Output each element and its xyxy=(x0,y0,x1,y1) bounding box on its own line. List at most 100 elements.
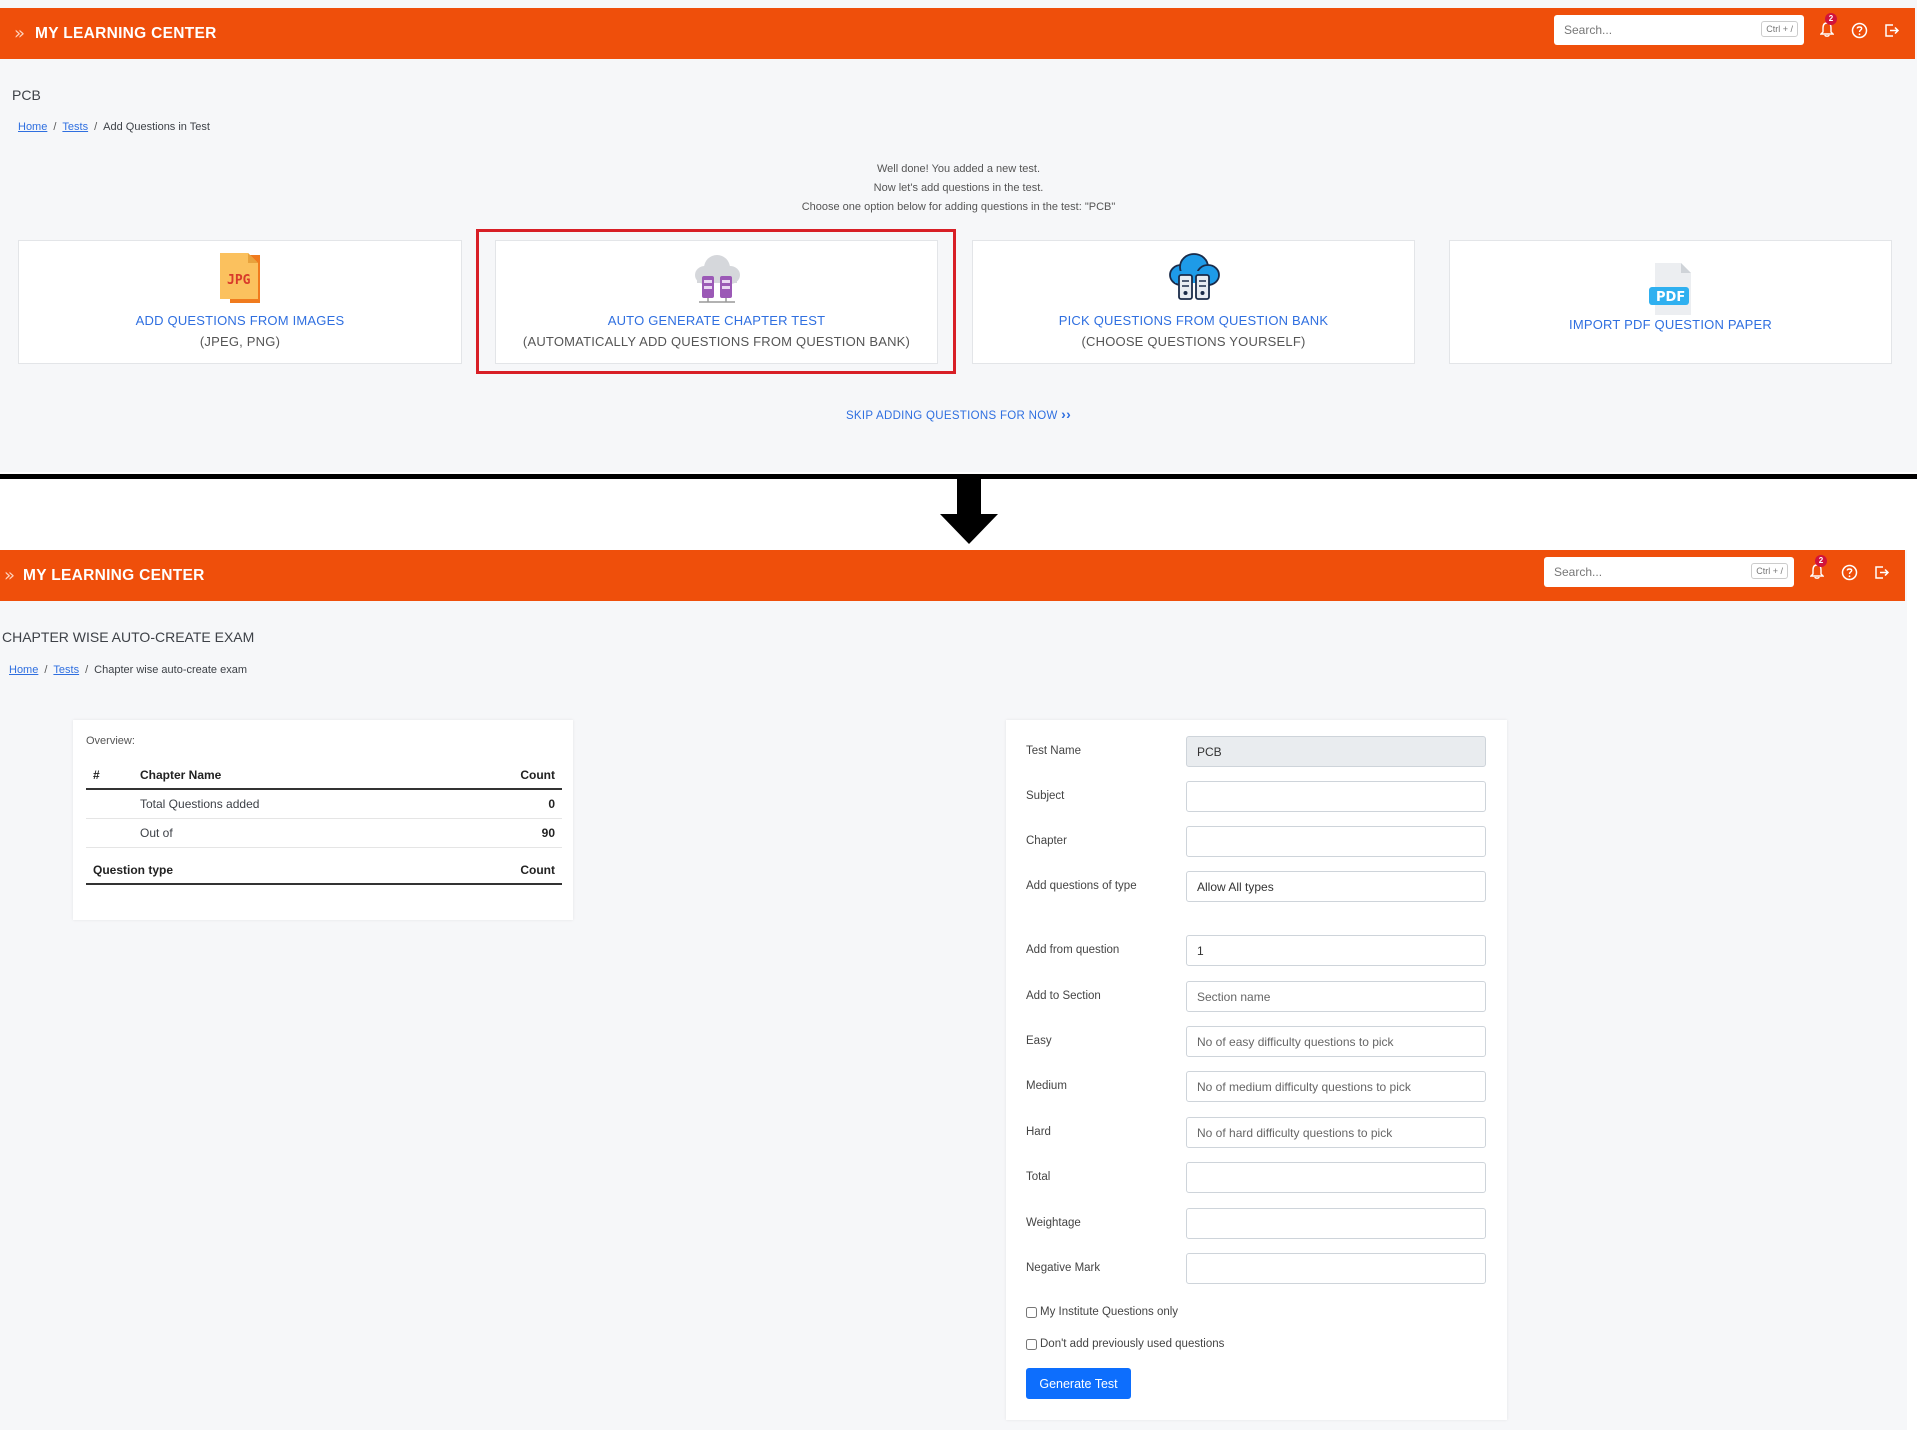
from-question-input[interactable] xyxy=(1186,935,1486,966)
label-test-name: Test Name xyxy=(1026,745,1081,757)
help-icon[interactable] xyxy=(1840,563,1858,581)
col-count: Count xyxy=(520,862,555,877)
breadcrumb-home[interactable]: Home xyxy=(9,664,38,676)
institute-only-checkbox-row[interactable]: My Institute Questions only xyxy=(1026,1306,1178,1318)
notification-badge: 2 xyxy=(1825,13,1837,25)
card-import-pdf[interactable]: PDF IMPORT PDF QUESTION PAPER xyxy=(1449,240,1892,364)
help-icon[interactable] xyxy=(1850,21,1868,39)
test-name-input[interactable] xyxy=(1186,736,1486,767)
table-header: # Chapter Name Count xyxy=(86,762,562,790)
question-type-header: Question type Count xyxy=(86,856,562,885)
card-title: ADD QUESTIONS FROM IMAGES xyxy=(135,313,345,328)
label-subject: Subject xyxy=(1026,790,1065,802)
total-input[interactable] xyxy=(1186,1162,1486,1193)
table-row: Out of 90 xyxy=(86,819,562,848)
bell-icon[interactable]: 2 xyxy=(1808,555,1827,581)
card-pick-from-bank[interactable]: PICK QUESTIONS FROM QUESTION BANK (CHOOS… xyxy=(972,240,1415,364)
col-index: # xyxy=(93,768,100,782)
row-count: 0 xyxy=(548,797,555,811)
double-chevron-right-icon: ›› xyxy=(1061,406,1072,422)
screen-auto-create-exam: » MY LEARNING CENTER Ctrl + / 2 CHAPTER … xyxy=(0,550,1907,1430)
breadcrumb-separator: / xyxy=(85,664,89,676)
auto-create-form: Test Name Subject Chapter Add questions … xyxy=(1006,720,1507,1420)
breadcrumb: Home / Tests / Chapter wise auto-create … xyxy=(9,664,247,676)
search-box[interactable]: Ctrl + / xyxy=(1554,15,1804,45)
easy-input[interactable] xyxy=(1186,1026,1486,1057)
sidebar-toggle-icon[interactable]: » xyxy=(14,23,25,44)
breadcrumb-current: Add Questions in Test xyxy=(103,121,210,133)
search-input[interactable] xyxy=(1564,23,1744,37)
label-question-type: Add questions of type xyxy=(1026,880,1137,892)
skip-label: SKIP ADDING QUESTIONS FOR NOW xyxy=(845,410,1058,422)
row-label: Out of xyxy=(140,826,173,840)
breadcrumb-separator: / xyxy=(94,121,98,133)
skip-link[interactable]: SKIP ADDING QUESTIONS FOR NOW ›› xyxy=(0,406,1917,422)
intro-line: Now let's add questions in the test. xyxy=(873,182,1044,194)
card-title: IMPORT PDF QUESTION PAPER xyxy=(1569,317,1772,332)
search-shortcut: Ctrl + / xyxy=(1761,21,1798,37)
screen-add-questions: » MY LEARNING CENTER Ctrl + / 2 PCB Home… xyxy=(0,0,1917,472)
breadcrumb-home[interactable]: Home xyxy=(18,121,47,133)
overview-card: Overview: # Chapter Name Count Total Que… xyxy=(73,720,573,920)
logout-icon[interactable] xyxy=(1882,21,1900,39)
table-row: Total Questions added 0 xyxy=(86,790,562,819)
question-type-select[interactable] xyxy=(1186,871,1486,902)
unused-only-checkbox-row[interactable]: Don't add previously used questions xyxy=(1026,1338,1224,1350)
search-box[interactable]: Ctrl + / xyxy=(1544,557,1794,587)
row-count: 90 xyxy=(541,826,555,840)
col-count: Count xyxy=(520,768,555,782)
label-negative-mark: Negative Mark xyxy=(1026,1262,1101,1274)
breadcrumb-current: Chapter wise auto-create exam xyxy=(94,664,248,676)
top-navbar: » MY LEARNING CENTER Ctrl + / 2 xyxy=(0,550,1905,601)
institute-only-checkbox[interactable] xyxy=(1026,1306,1037,1318)
col-chapter: Chapter Name xyxy=(140,768,222,782)
breadcrumb-separator: / xyxy=(53,121,57,133)
card-title: PICK QUESTIONS FROM QUESTION BANK xyxy=(1058,313,1329,328)
cloud-database-icon xyxy=(1166,251,1222,307)
row-label: Total Questions added xyxy=(140,797,260,811)
hard-input[interactable] xyxy=(1186,1117,1486,1148)
card-subtitle: (CHOOSE QUESTIONS YOURSELF) xyxy=(1081,334,1306,349)
search-input[interactable] xyxy=(1554,565,1734,579)
arrow-down-icon xyxy=(940,476,998,544)
breadcrumb-tests[interactable]: Tests xyxy=(62,121,88,133)
label-easy: Easy xyxy=(1026,1035,1052,1047)
breadcrumb: Home / Tests / Add Questions in Test xyxy=(18,121,210,133)
breadcrumb-tests[interactable]: Tests xyxy=(53,664,79,676)
logout-icon[interactable] xyxy=(1872,563,1890,581)
page-title: CHAPTER WISE AUTO-CREATE EXAM xyxy=(2,629,255,645)
overview-label: Overview: xyxy=(86,735,135,747)
unused-only-checkbox[interactable] xyxy=(1026,1338,1037,1350)
breadcrumb-separator: / xyxy=(44,664,48,676)
jpg-icon-text: JPG xyxy=(227,273,251,288)
intro-line: Well done! You added a new test. xyxy=(876,163,1041,175)
label-chapter: Chapter xyxy=(1026,835,1067,847)
card-subtitle: (JPEG, PNG) xyxy=(199,334,281,349)
label-medium: Medium xyxy=(1026,1080,1067,1092)
intro-line: Choose one option below for adding quest… xyxy=(801,201,1116,213)
medium-input[interactable] xyxy=(1186,1071,1486,1102)
bell-icon[interactable]: 2 xyxy=(1818,13,1837,39)
weightage-input[interactable] xyxy=(1186,1208,1486,1239)
intro-message: Well done! You added a new test. Now let… xyxy=(0,160,1917,217)
app-title: MY LEARNING CENTER xyxy=(23,566,205,584)
sidebar-toggle-icon[interactable]: » xyxy=(4,565,15,586)
col-question-type: Question type xyxy=(93,862,174,877)
section-input[interactable] xyxy=(1186,981,1486,1012)
notification-badge: 2 xyxy=(1815,555,1827,567)
jpg-file-icon: JPG xyxy=(212,251,268,307)
search-shortcut: Ctrl + / xyxy=(1751,563,1788,579)
label-total: Total xyxy=(1026,1171,1051,1183)
unused-only-label: Don't add previously used questions xyxy=(1040,1338,1225,1350)
subject-input[interactable] xyxy=(1186,781,1486,812)
card-add-from-images[interactable]: JPG ADD QUESTIONS FROM IMAGES (JPEG, PNG… xyxy=(18,240,462,364)
negative-mark-input[interactable] xyxy=(1186,1253,1486,1284)
highlight-box xyxy=(476,229,956,374)
pdf-file-icon: PDF xyxy=(1643,261,1699,317)
chapter-input[interactable] xyxy=(1186,826,1486,857)
institute-only-label: My Institute Questions only xyxy=(1040,1306,1179,1318)
label-from-question: Add from question xyxy=(1026,944,1120,956)
label-hard: Hard xyxy=(1026,1126,1051,1138)
app-title: MY LEARNING CENTER xyxy=(35,24,217,42)
generate-test-button[interactable]: Generate Test xyxy=(1026,1368,1131,1399)
